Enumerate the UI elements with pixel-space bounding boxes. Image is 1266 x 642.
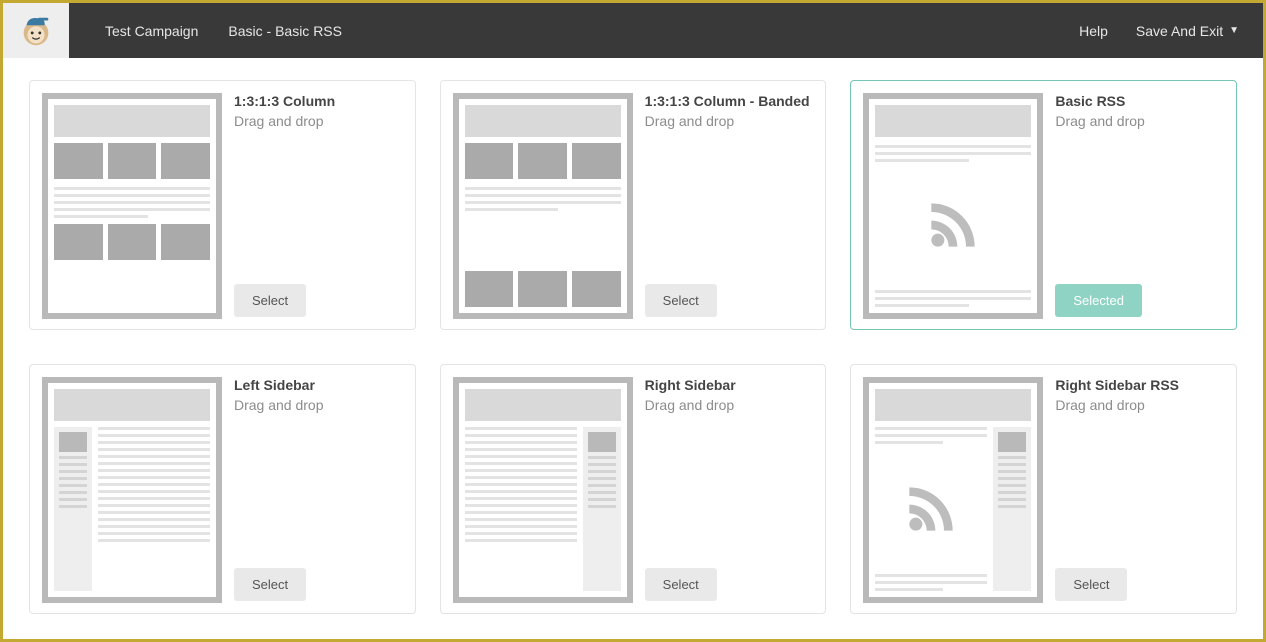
template-thumbnail (42, 377, 222, 603)
template-card[interactable]: Right Sidebar Drag and drop Select (440, 364, 827, 614)
template-title: 1:3:1:3 Column (234, 93, 403, 109)
template-subtitle: Drag and drop (234, 113, 403, 129)
chevron-down-icon: ▼ (1229, 25, 1239, 36)
select-button[interactable]: Select (234, 568, 306, 601)
mailchimp-logo[interactable] (3, 3, 69, 58)
template-card[interactable]: Right Sidebar RSS Drag and drop Select (850, 364, 1237, 614)
template-title: Right Sidebar (645, 377, 814, 393)
topbar-actions: Help Save And Exit ▼ (1079, 23, 1263, 39)
select-button[interactable]: Select (645, 568, 717, 601)
template-card[interactable]: 1:3:1:3 Column Drag and drop Select (29, 80, 416, 330)
save-and-exit-menu[interactable]: Save And Exit ▼ (1136, 23, 1239, 39)
template-title: Left Sidebar (234, 377, 403, 393)
template-card[interactable]: Left Sidebar Drag and drop Select (29, 364, 416, 614)
template-subtitle: Drag and drop (1055, 113, 1224, 129)
template-title: 1:3:1:3 Column - Banded (645, 93, 814, 109)
selected-button[interactable]: Selected (1055, 284, 1142, 317)
rss-icon (927, 199, 979, 251)
select-button[interactable]: Select (234, 284, 306, 317)
template-name: Basic - Basic RSS (228, 23, 342, 39)
campaign-name: Test Campaign (105, 23, 198, 39)
template-subtitle: Drag and drop (234, 397, 403, 413)
topbar: Test Campaign Basic - Basic RSS Help Sav… (3, 3, 1263, 58)
template-grid: 1:3:1:3 Column Drag and drop Select 1:3:… (3, 58, 1263, 614)
template-card[interactable]: Basic RSS Drag and drop Selected (850, 80, 1237, 330)
help-link[interactable]: Help (1079, 23, 1108, 39)
template-card[interactable]: 1:3:1:3 Column - Banded Drag and drop Se… (440, 80, 827, 330)
save-exit-label: Save And Exit (1136, 23, 1223, 39)
campaign-info: Test Campaign Basic - Basic RSS (69, 23, 1079, 39)
template-subtitle: Drag and drop (645, 397, 814, 413)
monkey-icon (17, 12, 55, 50)
template-thumbnail (42, 93, 222, 319)
template-subtitle: Drag and drop (1055, 397, 1224, 413)
select-button[interactable]: Select (1055, 568, 1127, 601)
select-button[interactable]: Select (645, 284, 717, 317)
template-thumbnail (863, 377, 1043, 603)
template-thumbnail (863, 93, 1043, 319)
rss-icon (905, 483, 957, 535)
template-title: Right Sidebar RSS (1055, 377, 1224, 393)
template-thumbnail (453, 377, 633, 603)
template-title: Basic RSS (1055, 93, 1224, 109)
template-thumbnail (453, 93, 633, 319)
template-subtitle: Drag and drop (645, 113, 814, 129)
